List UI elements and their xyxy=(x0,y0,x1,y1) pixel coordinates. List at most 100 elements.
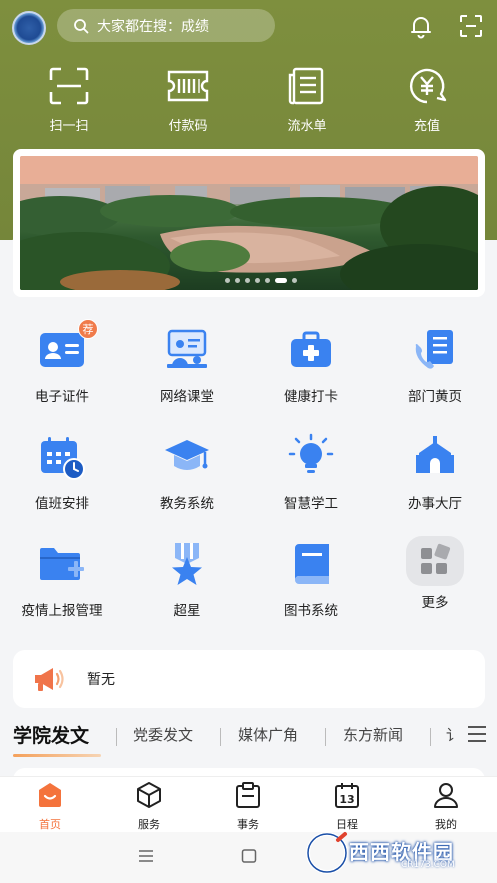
nav-label: 首页 xyxy=(39,818,61,831)
hall-building-icon xyxy=(416,436,454,473)
grid-item-department-directory[interactable]: 部门黄页 xyxy=(373,326,497,405)
grid-item-online-classroom[interactable]: 网络课堂 xyxy=(125,326,249,405)
scan-qr-icon[interactable] xyxy=(458,13,484,39)
grid-item-label: 办事大厅 xyxy=(408,496,462,512)
tab-eastern-news[interactable]: 东方新闻 xyxy=(343,724,403,745)
pagination-dot[interactable] xyxy=(245,278,250,283)
pagination-dot[interactable] xyxy=(235,278,240,283)
star-ribbon-icon xyxy=(172,543,202,585)
grid-item-service-hall[interactable]: 办事大厅 xyxy=(373,433,497,512)
tab-divider xyxy=(325,728,326,746)
campus-banner[interactable] xyxy=(13,149,485,297)
school-logo-icon[interactable] xyxy=(12,11,46,45)
search-placeholder: 大家都在搜：成绩 xyxy=(97,18,209,35)
grid-item-e-id[interactable]: 荐 电子证件 xyxy=(0,319,124,405)
folder-add-icon xyxy=(40,548,84,580)
grid-item-label: 图书系统 xyxy=(284,603,338,619)
bell-icon[interactable] xyxy=(408,13,434,39)
grid-item-label: 超星 xyxy=(173,603,201,619)
nav-schedule[interactable]: 13 日程 xyxy=(307,781,387,832)
grid-item-library-system[interactable]: 图书系统 xyxy=(249,540,373,619)
pagination-dot[interactable] xyxy=(255,278,260,283)
clipboard-icon xyxy=(236,782,260,808)
pagination-dot[interactable] xyxy=(265,278,270,283)
search-bar[interactable]: 大家都在搜：成绩 xyxy=(57,9,275,42)
grid-item-chaoxing[interactable]: 超星 xyxy=(125,540,249,619)
bottom-navigation: 首页 服务 事务 13 日程 我的 xyxy=(0,776,497,832)
search-icon xyxy=(74,18,89,33)
recommend-badge: 荐 xyxy=(78,319,98,339)
pagination-dot-active[interactable] xyxy=(275,278,287,283)
watermark-subtext: CR173.COM xyxy=(401,860,455,870)
nav-affairs[interactable]: 事务 xyxy=(208,781,288,832)
grid-item-epidemic-report[interactable]: 疫情上报管理 xyxy=(0,540,124,619)
campus-scene xyxy=(20,156,478,290)
nav-home[interactable]: 首页 xyxy=(10,781,90,832)
quick-action-label: 扫一扫 xyxy=(49,119,89,134)
notice-text: 暂无 xyxy=(87,672,115,688)
nav-label: 服务 xyxy=(138,818,160,831)
medical-kit-icon xyxy=(291,331,331,367)
megaphone-icon xyxy=(35,668,64,691)
nav-label: 事务 xyxy=(237,818,259,831)
cube-icon xyxy=(137,782,161,808)
quick-action-label: 充值 xyxy=(413,119,440,134)
quick-action-label: 付款码 xyxy=(168,119,208,134)
campus-photo xyxy=(20,156,478,290)
active-tab-indicator xyxy=(13,754,101,757)
yuan-coin-icon xyxy=(409,68,447,104)
grid-item-label: 健康打卡 xyxy=(284,389,338,405)
calendar-clock-icon xyxy=(41,437,85,480)
book-icon xyxy=(295,544,329,584)
menu-icon[interactable] xyxy=(467,725,487,743)
grid-item-duty-schedule[interactable]: 值班安排 xyxy=(0,433,124,512)
grid-item-label: 疫情上报管理 xyxy=(21,603,103,619)
home-icon xyxy=(39,783,61,807)
tab-party-committee-documents[interactable]: 党委发文 xyxy=(133,724,193,745)
nav-profile[interactable]: 我的 xyxy=(406,781,486,832)
grid-item-label: 值班安排 xyxy=(35,496,89,512)
calendar-day-number: 13 xyxy=(339,793,354,806)
phone-book-icon xyxy=(415,330,453,369)
user-icon xyxy=(434,783,458,808)
tab-media-corner[interactable]: 媒体广角 xyxy=(238,724,298,745)
grid-item-label: 智慧学工 xyxy=(284,496,338,512)
grid-item-more[interactable]: 更多 xyxy=(373,536,497,611)
more-grid-icon xyxy=(421,543,451,574)
grid-item-smart-student-affairs[interactable]: 智慧学工 xyxy=(249,433,373,512)
quick-action-label: 流水单 xyxy=(287,119,327,134)
watermark-logo: 西西软件园 CR173.COM xyxy=(305,830,485,876)
grid-item-label: 网络课堂 xyxy=(160,389,214,405)
banner-pagination xyxy=(225,278,297,283)
tab-divider xyxy=(116,728,117,746)
quick-action-recharge[interactable]: 充值 xyxy=(382,66,472,134)
grid-item-academic-system[interactable]: 教务系统 xyxy=(125,433,249,512)
tab-divider xyxy=(430,728,431,746)
graduation-cap-icon xyxy=(165,440,209,470)
online-classroom-icon xyxy=(167,329,207,368)
barcode-icon xyxy=(167,70,209,102)
notice-bar[interactable]: 暂无 xyxy=(13,650,485,708)
recent-apps-icon[interactable] xyxy=(138,849,154,863)
nav-services[interactable]: 服务 xyxy=(109,781,189,832)
grid-item-label: 教务系统 xyxy=(160,496,214,512)
scan-icon xyxy=(49,67,89,105)
quick-action-statement[interactable]: 流水单 xyxy=(262,66,352,134)
quick-action-scan[interactable]: 扫一扫 xyxy=(24,66,114,134)
calendar-icon: 13 xyxy=(335,783,359,808)
more-icon-wrapper xyxy=(406,536,464,586)
grid-item-label: 电子证件 xyxy=(35,389,89,405)
pagination-dot[interactable] xyxy=(292,278,297,283)
news-tabs: 学院发文 党委发文 媒体广角 东方新闻 讠 xyxy=(0,716,497,758)
tab-college-documents[interactable]: 学院发文 xyxy=(13,721,89,748)
pagination-dot[interactable] xyxy=(225,278,230,283)
home-square-icon[interactable] xyxy=(241,849,257,863)
receipt-icon xyxy=(288,67,324,105)
grid-item-label: 更多 xyxy=(421,595,449,611)
tab-divider xyxy=(220,728,221,746)
lightbulb-icon xyxy=(288,433,334,473)
grid-item-health-checkin[interactable]: 健康打卡 xyxy=(249,326,373,405)
tab-partial[interactable]: 讠 xyxy=(446,724,456,745)
grid-item-label: 部门黄页 xyxy=(408,389,462,405)
quick-action-payment-code[interactable]: 付款码 xyxy=(143,66,233,134)
